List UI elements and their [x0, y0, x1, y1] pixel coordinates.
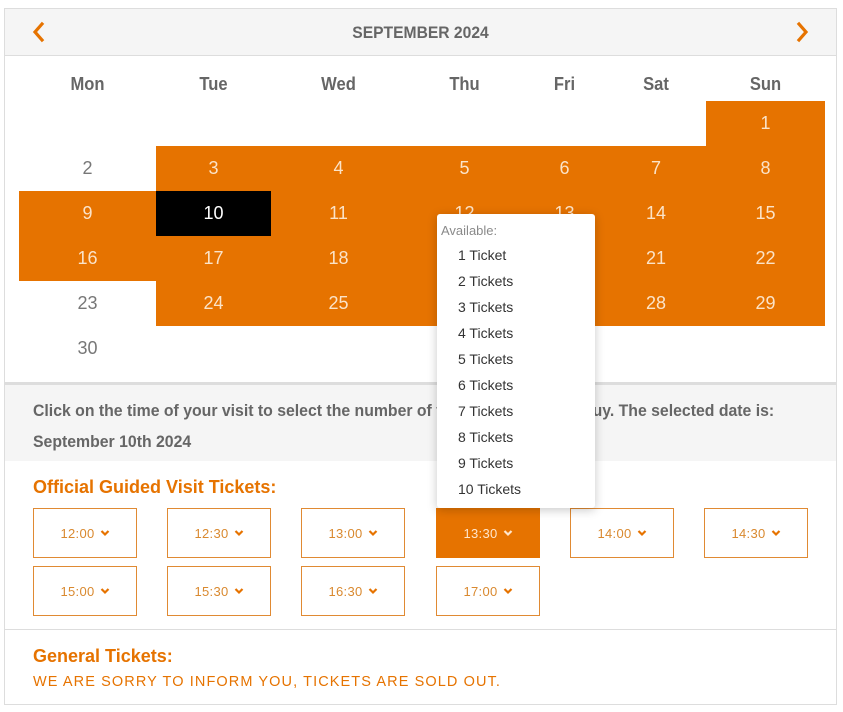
chevron-down-icon	[503, 529, 513, 537]
ticket-quantity-option[interactable]: 2 Tickets	[437, 268, 595, 294]
calendar-day[interactable]: 16	[19, 236, 156, 281]
calendar-day[interactable]: 8	[706, 146, 825, 191]
weekday-header: Mon	[70, 74, 105, 94]
calendar-day: 23	[77, 293, 98, 313]
weekday-header: Wed	[321, 74, 356, 94]
ticket-quantity-option[interactable]: 1 Ticket	[437, 242, 595, 268]
ticket-quantity-option[interactable]: 4 Tickets	[437, 320, 595, 346]
time-slot-button[interactable]: 16:30	[301, 566, 405, 616]
calendar-day[interactable]: 7	[606, 146, 706, 191]
calendar-header: SEPTEMBER 2024	[5, 9, 836, 56]
chevron-down-icon	[771, 529, 781, 537]
guided-tickets-title: Official Guided Visit Tickets:	[33, 477, 277, 497]
calendar-day: 2	[82, 158, 93, 178]
ticket-quantity-option[interactable]: 8 Tickets	[437, 424, 595, 450]
calendar-day[interactable]: 18	[271, 236, 406, 281]
time-slot-button[interactable]: 13:00	[301, 508, 405, 558]
calendar-day[interactable]: 15	[706, 191, 825, 236]
time-slot-button[interactable]: 12:30	[167, 508, 271, 558]
calendar-day[interactable]: 29	[706, 281, 825, 326]
weekday-header: Sun	[749, 74, 782, 94]
chevron-down-icon	[503, 587, 513, 595]
general-tickets-title: General Tickets:	[33, 646, 173, 666]
ticket-quantity-option[interactable]: 3 Tickets	[437, 294, 595, 320]
chevron-down-icon	[100, 587, 110, 595]
calendar-day[interactable]: 1	[706, 101, 825, 146]
calendar: SEPTEMBER 2024 Mon Tue Wed Thu Fri Sat Sun 123…	[4, 8, 837, 383]
chevron-down-icon	[368, 529, 378, 537]
calendar-day[interactable]: 25	[271, 281, 406, 326]
sold-out-message: WE ARE SORRY TO INFORM YOU, TICKETS ARE …	[33, 674, 502, 690]
calendar-day[interactable]: 6	[523, 146, 606, 191]
time-slot-label: 12:00	[60, 525, 95, 541]
weekday-header: Sat	[643, 74, 669, 94]
month-title: SEPTEMBER 2024	[352, 23, 489, 42]
time-slot-button[interactable]: 15:00	[33, 566, 137, 616]
chevron-down-icon	[234, 529, 244, 537]
time-slot-button[interactable]: 17:00	[436, 566, 540, 616]
chevron-down-icon	[100, 529, 110, 537]
calendar-day[interactable]: 4	[271, 146, 406, 191]
calendar-day[interactable]: 24	[156, 281, 271, 326]
calendar-day[interactable]: 3	[156, 146, 271, 191]
ticket-quantity-dropdown[interactable]: Available: 1 Ticket 2 Tickets 3 Tickets 4 T…	[437, 214, 595, 508]
weekday-header: Fri	[553, 74, 576, 94]
general-tickets-section: General Tickets: WE ARE SORRY TO INFORM …	[4, 629, 837, 705]
calendar-day[interactable]: 5	[406, 146, 523, 191]
time-slot-label: 17:00	[463, 583, 498, 599]
time-slot-label: 13:30	[463, 525, 498, 541]
calendar-day[interactable]: 21	[606, 236, 706, 281]
chevron-down-icon	[637, 529, 647, 537]
time-slot-label: 16:30	[328, 583, 363, 599]
calendar-day[interactable]: 28	[606, 281, 706, 326]
chevron-down-icon	[368, 587, 378, 595]
calendar-day[interactable]: 14	[606, 191, 706, 236]
calendar-day[interactable]: 11	[271, 191, 406, 236]
weekday-header: Tue	[199, 74, 228, 94]
guided-tickets-section: Official Guided Visit Tickets: 12:00 12:3…	[4, 461, 837, 630]
chevron-down-icon	[234, 587, 244, 595]
ticket-quantity-option[interactable]: 7 Tickets	[437, 398, 595, 424]
time-slot-button[interactable]: 14:00	[570, 508, 674, 558]
selection-info: Click on the time of your visit to selec…	[4, 383, 837, 462]
next-month-button[interactable]	[790, 19, 814, 45]
time-slot-label: 15:00	[60, 583, 95, 599]
calendar-day: 30	[77, 338, 98, 358]
calendar-day-selected[interactable]: 10	[156, 191, 271, 236]
ticket-quantity-option[interactable]: 9 Tickets	[437, 450, 595, 476]
time-slot-button[interactable]: 15:30	[167, 566, 271, 616]
time-slot-label: 15:30	[194, 583, 229, 599]
calendar-day[interactable]: 9	[19, 191, 156, 236]
calendar-day[interactable]: 17	[156, 236, 271, 281]
dropdown-label: Available:	[441, 223, 498, 238]
time-slot-button[interactable]: 14:30	[704, 508, 808, 558]
time-slot-label: 14:00	[597, 525, 632, 541]
time-slot-button[interactable]: 12:00	[33, 508, 137, 558]
time-slot-label: 14:30	[731, 525, 766, 541]
calendar-day[interactable]: 22	[706, 236, 825, 281]
time-slot-label: 13:00	[328, 525, 363, 541]
time-slot-button[interactable]: 13:30	[436, 508, 540, 558]
ticket-quantity-option[interactable]: 6 Tickets	[437, 372, 595, 398]
ticket-quantity-option[interactable]: 10 Tickets	[437, 476, 595, 502]
weekday-header: Thu	[449, 74, 480, 94]
time-slot-label: 12:30	[194, 525, 229, 541]
ticket-quantity-option[interactable]: 5 Tickets	[437, 346, 595, 372]
chevron-right-icon	[796, 21, 809, 43]
selection-info-text: Click on the time of your visit to selec…	[33, 401, 775, 451]
